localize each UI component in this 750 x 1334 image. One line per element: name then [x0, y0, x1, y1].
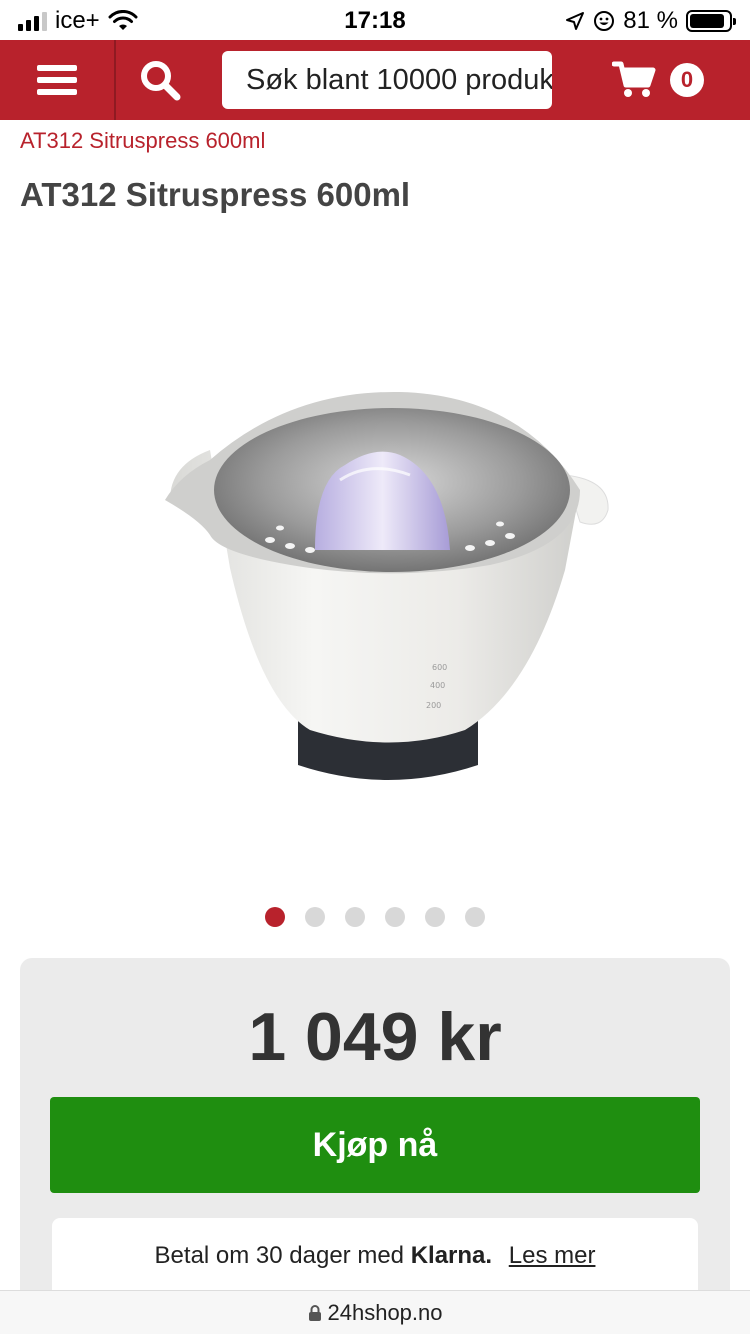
- measure-mark: 600: [432, 663, 447, 672]
- product-image[interactable]: 600 400 200: [110, 370, 680, 810]
- location-arrow-icon: [566, 12, 585, 30]
- url-text: 24hshop.no: [327, 1299, 443, 1325]
- product-price: 1 049 kr: [248, 999, 502, 1075]
- status-bar: ice+ 17:18 81 %: [0, 0, 750, 40]
- purchase-panel: 1 049 kr Kjøp nå Betal om 30 dager med K…: [20, 958, 730, 1334]
- read-more-link[interactable]: Les mer: [509, 1242, 596, 1269]
- image-carousel-dots: [0, 907, 750, 927]
- breadcrumb-current[interactable]: AT312 Sitruspress 600ml: [20, 128, 265, 154]
- search-button[interactable]: [118, 40, 202, 120]
- klarna-logo: Klarna.: [410, 1242, 493, 1269]
- battery-icon: [686, 10, 736, 32]
- product-title: AT312 Sitruspress 600ml: [20, 176, 411, 213]
- browser-url-bar[interactable]: 24hshop.no: [0, 1290, 750, 1334]
- carousel-dot[interactable]: [465, 907, 485, 927]
- search-input[interactable]: Søk blant 10000 produkter: [222, 51, 552, 109]
- carousel-dot[interactable]: [265, 907, 285, 927]
- carousel-dot[interactable]: [345, 907, 365, 927]
- menu-button[interactable]: [0, 40, 116, 120]
- buy-now-button[interactable]: Kjøp nå: [50, 1097, 700, 1193]
- cart-button[interactable]: 0: [612, 40, 722, 120]
- carousel-dot[interactable]: [425, 907, 445, 927]
- hamburger-menu-icon: [37, 65, 77, 95]
- carousel-dot[interactable]: [305, 907, 325, 927]
- measure-mark: 400: [430, 681, 445, 690]
- measure-mark: 200: [426, 701, 441, 710]
- carousel-dot[interactable]: [385, 907, 405, 927]
- search-icon: [141, 61, 181, 101]
- shopping-cart-icon: [612, 61, 656, 97]
- lock-icon: [308, 1304, 321, 1321]
- battery-percent: 81 %: [623, 7, 678, 34]
- smiley-icon: [594, 11, 615, 31]
- site-header: Søk blant 10000 produkter 0: [0, 40, 750, 120]
- klarna-text: Betal om 30 dager med: [154, 1242, 405, 1269]
- cart-count-badge: 0: [670, 63, 704, 97]
